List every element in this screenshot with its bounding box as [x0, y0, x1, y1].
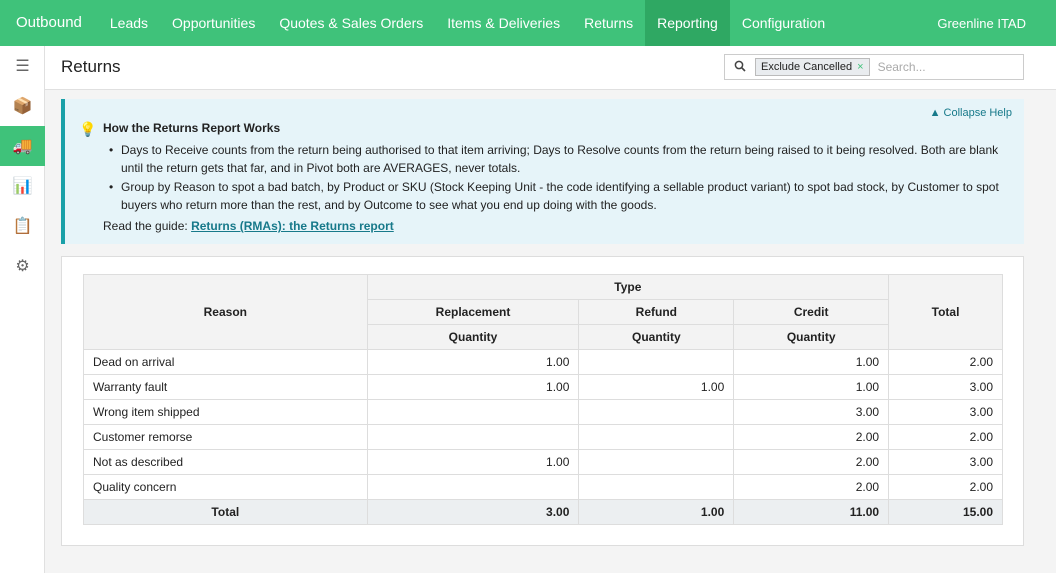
col-header-total: Total: [888, 274, 1003, 350]
row-total[interactable]: 3.00: [888, 399, 1003, 425]
column-total[interactable]: 11.00: [733, 499, 890, 525]
table-row: Wrong item shipped 3.00 3.00: [83, 399, 1003, 425]
cell-value[interactable]: [366, 424, 580, 450]
cell-value[interactable]: 2.00: [733, 449, 890, 475]
col-header-type[interactable]: Type: [366, 274, 890, 300]
help-bullet: Group by Reason to spot a bad batch, by …: [107, 178, 1007, 214]
nav-returns[interactable]: Returns: [572, 0, 645, 46]
cell-value[interactable]: 1.00: [366, 374, 580, 400]
main-nav: Leads Opportunities Quotes & Sales Order…: [98, 0, 837, 46]
cell-value[interactable]: [366, 474, 580, 500]
page-title: Returns: [61, 57, 121, 76]
measure-header[interactable]: Quantity: [733, 324, 890, 350]
menu-icon[interactable]: ☰: [0, 46, 45, 86]
column-total[interactable]: 1.00: [578, 499, 735, 525]
truck-icon[interactable]: 🚚: [0, 126, 45, 166]
cell-value[interactable]: 3.00: [733, 399, 890, 425]
cell-value[interactable]: 1.00: [733, 349, 890, 375]
cell-value[interactable]: [578, 474, 735, 500]
row-total[interactable]: 2.00: [888, 474, 1003, 500]
company-switcher[interactable]: Greenline ITAD: [937, 16, 1056, 31]
help-panel: ▲ Collapse Help 💡 How the Returns Report…: [61, 99, 1024, 244]
cell-value[interactable]: 1.00: [578, 374, 735, 400]
top-navbar: Outbound Leads Opportunities Quotes & Sa…: [0, 0, 1056, 46]
clipboard-icon[interactable]: 📋: [0, 206, 45, 246]
app-brand[interactable]: Outbound: [0, 0, 98, 46]
nav-items-deliveries[interactable]: Items & Deliveries: [435, 0, 572, 46]
total-row-header: Total: [83, 499, 368, 525]
help-title: How the Returns Report Works: [103, 121, 281, 135]
table-row: Not as described 1.00 2.00 3.00: [83, 449, 1003, 475]
cell-value[interactable]: 1.00: [733, 374, 890, 400]
search-icon: [725, 60, 755, 75]
facet-remove-icon[interactable]: ×: [857, 61, 863, 73]
filter-facet: Exclude Cancelled ×: [755, 58, 870, 76]
row-header[interactable]: Dead on arrival: [83, 349, 368, 375]
cell-value[interactable]: [578, 399, 735, 425]
col-header-refund[interactable]: Refund: [578, 299, 735, 325]
row-total[interactable]: 2.00: [888, 349, 1003, 375]
col-header-replacement[interactable]: Replacement: [366, 299, 580, 325]
row-header[interactable]: Warranty fault: [83, 374, 368, 400]
chart-icon[interactable]: 📊: [0, 166, 45, 206]
table-row: Dead on arrival 1.00 1.00 2.00: [83, 349, 1003, 375]
cell-value[interactable]: [578, 449, 735, 475]
row-header[interactable]: Quality concern: [83, 474, 368, 500]
nav-leads[interactable]: Leads: [98, 0, 160, 46]
measure-header[interactable]: Quantity: [578, 324, 735, 350]
guide-line: Read the guide: Returns (RMAs): the Retu…: [103, 219, 394, 233]
nav-configuration[interactable]: Configuration: [730, 0, 837, 46]
search-input[interactable]: [877, 60, 1008, 74]
collapse-help-button[interactable]: ▲ Collapse Help: [930, 107, 1012, 119]
table-row: Customer remorse 2.00 2.00: [83, 424, 1003, 450]
row-header-reason[interactable]: Reason: [83, 274, 368, 350]
facet-label: Exclude Cancelled: [761, 61, 853, 73]
total-row: Total 3.00 1.00 11.00 15.00: [83, 499, 1003, 525]
guide-prefix: Read the guide:: [103, 219, 192, 233]
col-header-credit[interactable]: Credit: [733, 299, 890, 325]
row-total[interactable]: 3.00: [888, 449, 1003, 475]
cell-value[interactable]: 2.00: [733, 474, 890, 500]
guide-link[interactable]: Returns (RMAs): the Returns report: [191, 219, 394, 233]
measure-header[interactable]: Quantity: [366, 324, 580, 350]
nav-opportunities[interactable]: Opportunities: [160, 0, 267, 46]
box-icon[interactable]: 📦: [0, 86, 45, 126]
cell-value[interactable]: 1.00: [366, 349, 580, 375]
row-header[interactable]: Wrong item shipped: [83, 399, 368, 425]
column-total[interactable]: 3.00: [366, 499, 580, 525]
row-total[interactable]: 2.00: [888, 424, 1003, 450]
table-row: Warranty fault 1.00 1.00 1.00 3.00: [83, 374, 1003, 400]
pivot-table: Reason Type Total Replacement Refund Cre…: [83, 274, 1003, 525]
grand-total[interactable]: 15.00: [888, 499, 1003, 525]
pivot-view: Reason Type Total Replacement Refund Cre…: [61, 256, 1024, 546]
cell-value[interactable]: 2.00: [733, 424, 890, 450]
row-header[interactable]: Not as described: [83, 449, 368, 475]
help-bullets: Days to Receive counts from the return b…: [107, 141, 1007, 215]
sidebar: ☰ 📦 🚚 📊 📋 ⚙: [0, 46, 45, 573]
table-row: Quality concern 2.00 2.00: [83, 474, 1003, 500]
gear-icon[interactable]: ⚙: [0, 246, 45, 286]
row-header[interactable]: Customer remorse: [83, 424, 368, 450]
nav-quotes-sales-orders[interactable]: Quotes & Sales Orders: [267, 0, 435, 46]
lightbulb-icon: 💡: [79, 121, 97, 137]
row-total[interactable]: 3.00: [888, 374, 1003, 400]
cell-value[interactable]: 1.00: [366, 449, 580, 475]
help-bullet: Days to Receive counts from the return b…: [107, 141, 1007, 177]
cell-value[interactable]: [578, 424, 735, 450]
cell-value[interactable]: [578, 349, 735, 375]
cell-value[interactable]: [366, 399, 580, 425]
nav-reporting[interactable]: Reporting: [645, 0, 730, 46]
search-bar[interactable]: Exclude Cancelled ×: [724, 54, 1024, 80]
control-panel: Returns Exclude Cancelled ×: [45, 46, 1056, 90]
